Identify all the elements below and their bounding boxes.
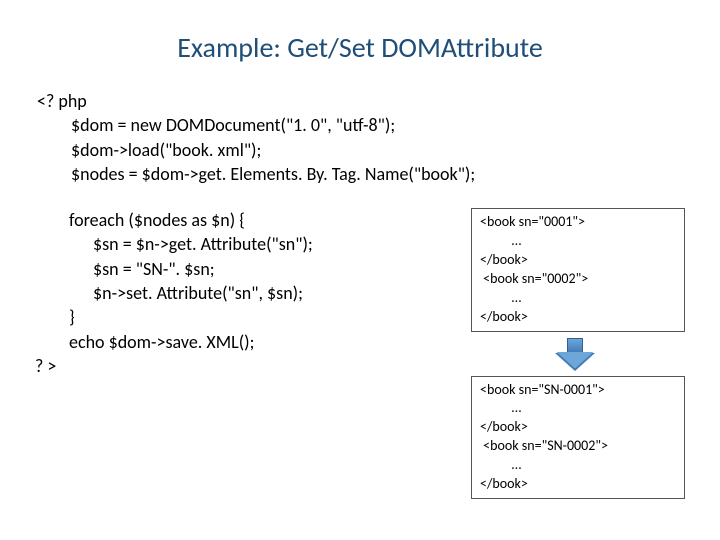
code-block-left: foreach ($nodes as $n) { $sn = $n->get. … bbox=[35, 208, 465, 499]
code-line: <? php bbox=[37, 89, 685, 113]
xml-line: </book> bbox=[480, 308, 676, 327]
code-line: $n->set. Attribute("sn", $sn); bbox=[35, 281, 465, 305]
xml-line: </book> bbox=[480, 418, 676, 437]
code-line: ? > bbox=[35, 354, 465, 378]
code-line: $dom = new DOMDocument("1. 0", "utf-8"); bbox=[37, 113, 685, 137]
xml-line: <book sn="SN-0002"> bbox=[480, 437, 676, 456]
xml-line: … bbox=[480, 456, 676, 475]
xml-line: … bbox=[480, 289, 676, 308]
code-line: echo $dom->save. XML(); bbox=[35, 330, 465, 354]
code-line: $sn = $n->get. Attribute("sn"); bbox=[35, 232, 465, 256]
code-line: $sn = "SN-". $sn; bbox=[35, 257, 465, 281]
slide-title: Example: Get/Set DOMAttribute bbox=[35, 30, 685, 65]
xml-output-column: <book sn="0001"> … </book> <book sn="000… bbox=[465, 208, 685, 499]
arrow-down-icon bbox=[465, 338, 685, 372]
columns: foreach ($nodes as $n) { $sn = $n->get. … bbox=[35, 208, 685, 499]
xml-after-box: <book sn="SN-0001"> … </book> <book sn="… bbox=[471, 376, 685, 499]
xml-line: <book sn="0001"> bbox=[480, 213, 676, 232]
xml-line: <book sn="SN-0001"> bbox=[480, 381, 676, 400]
slide: Example: Get/Set DOMAttribute <? php $do… bbox=[0, 0, 720, 540]
code-line: $nodes = $dom->get. Elements. By. Tag. N… bbox=[37, 162, 685, 186]
code-block-top: <? php $dom = new DOMDocument("1. 0", "u… bbox=[37, 89, 685, 186]
code-line: } bbox=[35, 305, 465, 329]
xml-line: </book> bbox=[480, 251, 676, 270]
code-line: foreach ($nodes as $n) { bbox=[35, 208, 465, 232]
xml-line: … bbox=[480, 399, 676, 418]
xml-line: <book sn="0002"> bbox=[480, 270, 676, 289]
xml-line: … bbox=[480, 232, 676, 251]
xml-line: </book> bbox=[480, 475, 676, 494]
code-line: $dom->load("book. xml"); bbox=[37, 138, 685, 162]
xml-before-box: <book sn="0001"> … </book> <book sn="000… bbox=[471, 208, 685, 331]
